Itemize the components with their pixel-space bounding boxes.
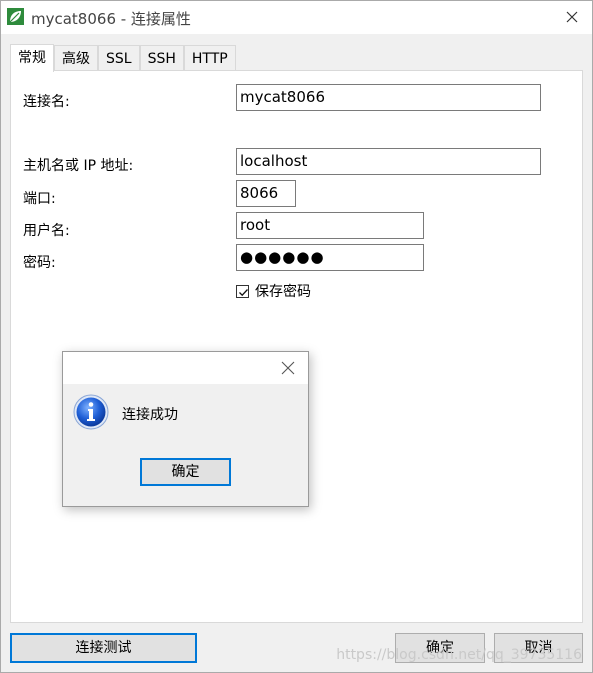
save-password-row[interactable]: 保存密码 — [236, 281, 311, 301]
general-panel: 连接名: mycat8066 主机名或 IP 地址: localhost 端口:… — [10, 70, 583, 623]
port-label: 端口: — [23, 191, 56, 207]
tab-general[interactable]: 常规 — [10, 44, 54, 72]
password-input[interactable]: ●●●●●● — [236, 244, 424, 271]
close-icon[interactable] — [562, 7, 582, 27]
username-label: 用户名: — [23, 223, 70, 239]
window-title: mycat8066 - 连接属性 — [31, 10, 191, 28]
connection-name-label: 连接名: — [23, 94, 70, 110]
dialog-title-bar[interactable] — [63, 352, 308, 384]
checkmark-icon — [239, 288, 248, 296]
password-label: 密码: — [23, 255, 56, 271]
connection-name-input[interactable]: mycat8066 — [236, 84, 541, 111]
connection-properties-window: mycat8066 - 连接属性 常规 高级 SSL SSH HTTP 连接名:… — [0, 0, 593, 673]
watermark-text: https://blog.csdn.net/qq_39735116 — [336, 647, 582, 663]
port-input[interactable]: 8066 — [236, 180, 296, 207]
tab-ssl[interactable]: SSL — [98, 45, 140, 71]
dialog-close-icon[interactable] — [280, 360, 296, 376]
save-password-label: 保存密码 — [255, 284, 311, 300]
tab-http[interactable]: HTTP — [183, 45, 236, 71]
tab-ssh[interactable]: SSH — [139, 45, 184, 71]
host-input[interactable]: localhost — [236, 148, 541, 175]
message-dialog: 连接成功 确定 — [62, 351, 309, 507]
navicat-leaf-icon — [7, 8, 24, 25]
dialog-message: 连接成功 — [122, 407, 178, 423]
title-bar[interactable]: mycat8066 - 连接属性 — [1, 1, 592, 34]
username-input[interactable]: root — [236, 212, 424, 239]
tab-advanced[interactable]: 高级 — [54, 45, 98, 71]
info-icon — [73, 394, 109, 430]
save-password-checkbox[interactable] — [236, 284, 249, 298]
test-connection-button[interactable]: 连接测试 — [10, 633, 197, 663]
host-label: 主机名或 IP 地址: — [23, 158, 134, 174]
tab-bar: 常规 高级 SSL SSH HTTP — [10, 44, 236, 72]
dialog-ok-button[interactable]: 确定 — [140, 458, 231, 486]
